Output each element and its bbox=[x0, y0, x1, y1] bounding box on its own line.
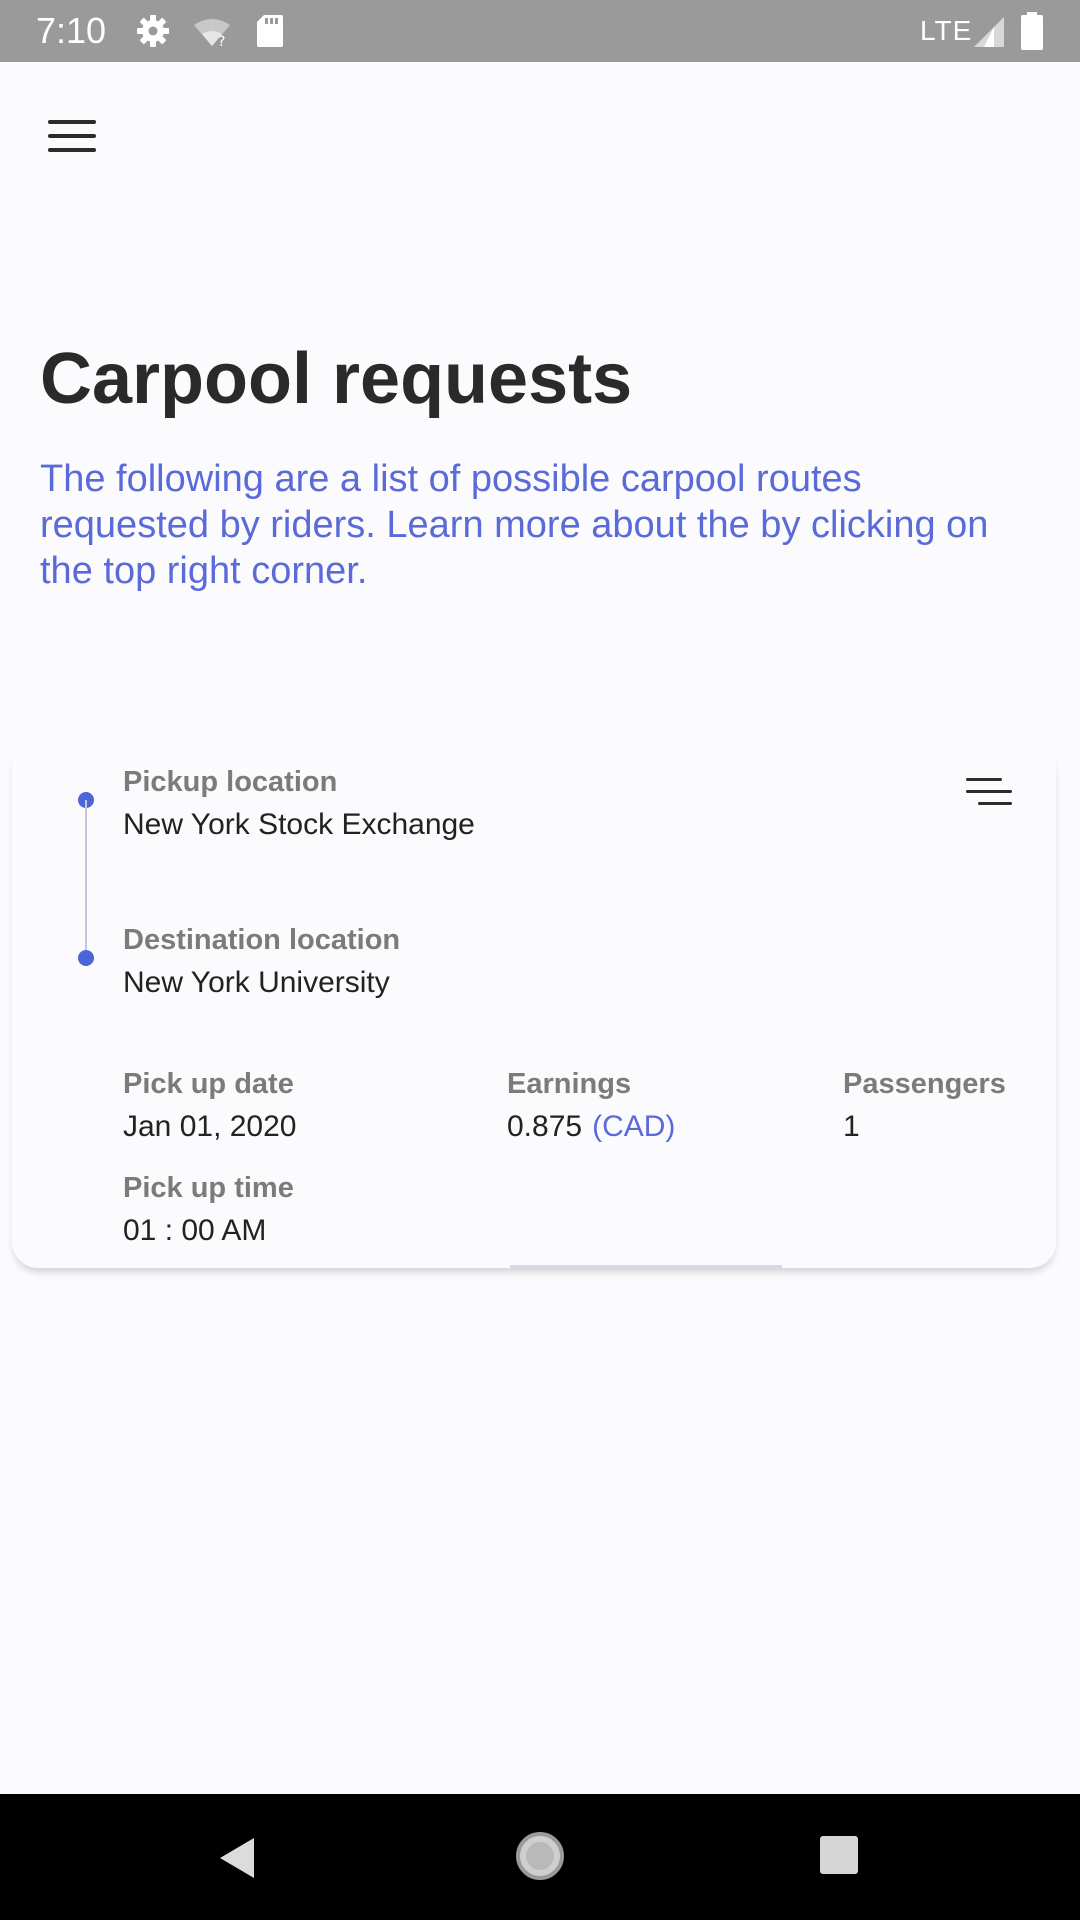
recents-icon[interactable] bbox=[818, 1834, 860, 1876]
wifi-icon: ? bbox=[194, 19, 230, 48]
earnings-amount: 0.875 bbox=[507, 1110, 583, 1143]
earnings-currency: (CAD) bbox=[592, 1110, 676, 1143]
passengers-value: 1 bbox=[843, 1110, 860, 1143]
status-time: 7:10 bbox=[36, 10, 107, 51]
page-title: Carpool requests bbox=[40, 339, 633, 419]
filter-button[interactable] bbox=[960, 768, 1016, 816]
carpool-request-card[interactable]: Pickup location New York Stock Exchange … bbox=[12, 742, 1056, 1268]
signal-icon bbox=[974, 17, 1004, 47]
battery-icon bbox=[1021, 12, 1043, 50]
pickup-location-value: New York Stock Exchange bbox=[123, 808, 475, 841]
pickup-time-value: 01 : 00 AM bbox=[123, 1214, 267, 1247]
sd-card-icon bbox=[257, 15, 283, 47]
destination-location-label: Destination location bbox=[123, 924, 401, 956]
svg-text:?: ? bbox=[218, 34, 225, 48]
pickup-date-value: Jan 01, 2020 bbox=[123, 1110, 297, 1143]
menu-button[interactable] bbox=[36, 108, 108, 164]
pickup-location-label: Pickup location bbox=[123, 766, 338, 798]
navigation-bar bbox=[0, 1794, 1080, 1920]
destination-dot-icon bbox=[78, 950, 94, 966]
settings-icon bbox=[137, 15, 169, 47]
destination-location-value: New York University bbox=[123, 966, 390, 999]
pickup-date-label: Pick up date bbox=[123, 1068, 294, 1100]
passengers-label: Passengers bbox=[843, 1068, 1006, 1100]
earnings-value: 0.875 (CAD) bbox=[507, 1108, 675, 1146]
page-description: The following are a list of possible car… bbox=[40, 458, 989, 592]
card-bottom-accent bbox=[510, 1265, 782, 1268]
route-line bbox=[85, 800, 87, 950]
back-icon[interactable] bbox=[214, 1834, 262, 1882]
home-icon[interactable] bbox=[514, 1830, 566, 1882]
network-type: LTE bbox=[920, 15, 973, 46]
status-bar: 7:10 ? LTE bbox=[0, 0, 1080, 62]
earnings-label: Earnings bbox=[507, 1068, 632, 1100]
pickup-time-label: Pick up time bbox=[123, 1172, 294, 1204]
